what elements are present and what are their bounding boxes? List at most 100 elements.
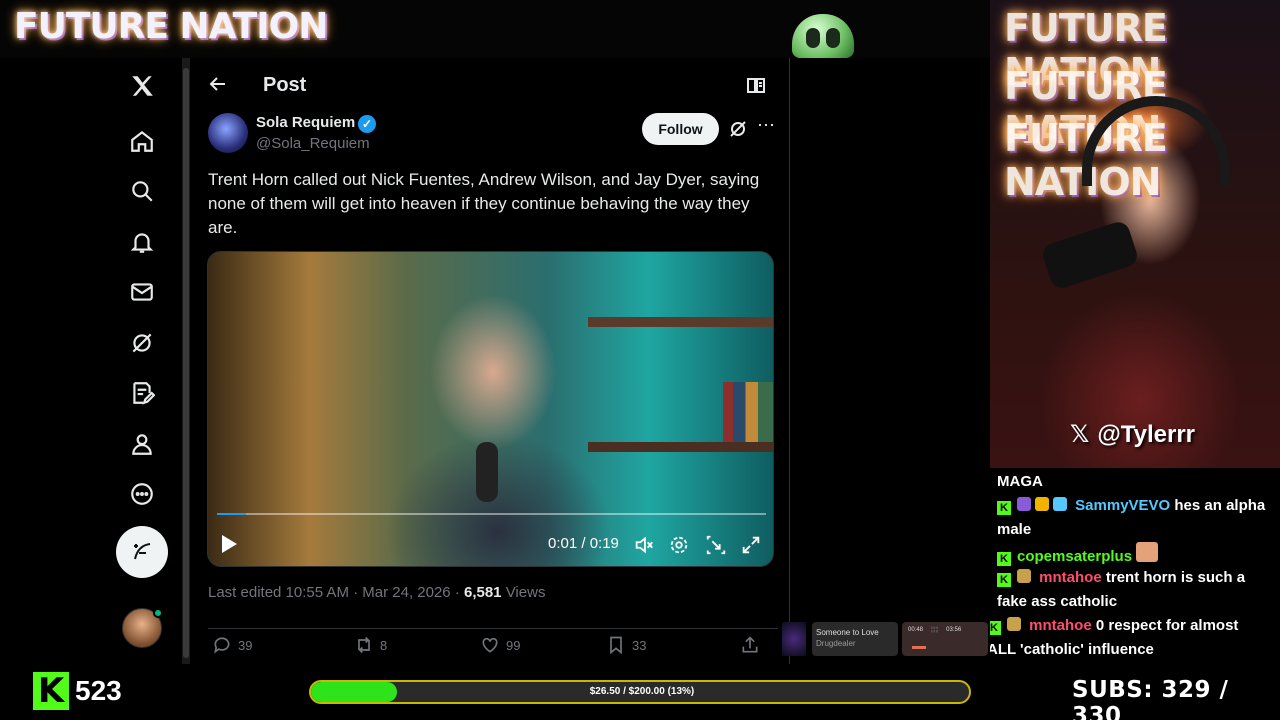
- track-info: Someone to Love Drugdealer: [812, 622, 898, 656]
- chat-text: MAGA: [997, 473, 1043, 490]
- kick-badge-icon: K: [997, 573, 1011, 587]
- chat-username[interactable]: mntahoe: [1039, 569, 1102, 586]
- waveform-icon: ¦¦¦¦¦: [930, 627, 939, 633]
- sub-badge-icon: [1017, 497, 1031, 511]
- song-title: Someone to Love: [816, 628, 879, 637]
- post-header: Post: [190, 58, 790, 111]
- back-arrow-icon[interactable]: [208, 74, 228, 94]
- video-frame-detail: [723, 382, 773, 442]
- post-timestamp[interactable]: Last edited 10:55 AM · Mar 24, 2026 ·: [208, 584, 464, 601]
- chat-message: MAGA: [997, 470, 1277, 494]
- subs-counter: SUBS: 329 / 330: [1072, 677, 1229, 720]
- grok-icon[interactable]: [728, 119, 748, 139]
- bookmark-count: 33: [632, 637, 647, 653]
- chat-panel: MAGA K SammyVEVO hes an alpha male Kcope…: [990, 468, 1280, 664]
- bookmark-button[interactable]: 33: [606, 633, 646, 657]
- grok-icon[interactable]: [126, 327, 158, 359]
- more-options-icon[interactable]: ⋯: [756, 115, 776, 139]
- reader-mode-icon[interactable]: [746, 75, 766, 95]
- kick-badge-icon: K: [997, 552, 1011, 566]
- video-time: 0:01 / 0:19: [548, 535, 619, 552]
- scrollbar[interactable]: [182, 58, 190, 664]
- track-progress-fill: [912, 646, 926, 649]
- more-icon[interactable]: [126, 478, 158, 510]
- chat-username[interactable]: copemsaterplus: [1017, 548, 1132, 565]
- mascot-icon: [792, 14, 854, 58]
- kick-badge-icon: K: [990, 621, 1001, 635]
- microphone-shape: [1040, 219, 1140, 291]
- donation-goal-bar: $26.50 / $200.00 (13%): [309, 680, 971, 704]
- video-player[interactable]: 0:01 / 0:19: [207, 251, 774, 567]
- sword-badge-icon: [1053, 497, 1067, 511]
- album-cover: [782, 622, 806, 656]
- reply-button[interactable]: 39: [212, 633, 252, 657]
- video-frame-detail: [476, 442, 498, 502]
- share-button[interactable]: [740, 633, 766, 657]
- reply-icon: [214, 637, 230, 654]
- verified-badge-icon: ✓: [358, 115, 376, 133]
- post-actions: 39 8 99 33: [208, 628, 778, 658]
- play-icon[interactable]: [220, 534, 238, 554]
- kick-logo-icon: K: [33, 672, 69, 710]
- search-icon[interactable]: [126, 175, 158, 207]
- cam-handle-tag: 𝕏 @Tylerrr: [1070, 420, 1195, 449]
- views-label: Views: [501, 584, 546, 601]
- sub-badge-icon: [1017, 569, 1031, 583]
- brand-logo: FUTURE NATION: [14, 6, 328, 47]
- song-artist: Drugdealer: [816, 639, 856, 648]
- post-meta: Last edited 10:55 AM · Mar 24, 2026 · 6,…: [208, 584, 545, 601]
- chat-message: Kcopemsaterplus: [997, 542, 1277, 569]
- chat-message: K mntahoe 0 respect for almost ALL 'cath…: [990, 614, 1267, 662]
- author-handle[interactable]: @Sola_Requiem: [256, 135, 370, 152]
- video-progress-bar[interactable]: [217, 513, 766, 515]
- emote-icon: [1136, 542, 1159, 562]
- feather-icon: [134, 543, 151, 560]
- compose-post-button[interactable]: [116, 526, 168, 578]
- author-avatar[interactable]: [208, 113, 248, 153]
- profile-icon[interactable]: [126, 428, 158, 460]
- like-button[interactable]: 99: [480, 633, 520, 657]
- chat-text: trent horn is such a fake ass catholic: [997, 569, 1246, 610]
- chat-username[interactable]: SammyVEVO: [1075, 497, 1170, 514]
- online-indicator: [153, 608, 163, 618]
- post-column: Post Sola Requiem ✓ @Sola_Requiem Follow…: [190, 58, 790, 664]
- mute-icon[interactable]: [633, 534, 655, 556]
- chat-message: K mntahoe trent horn is such a fake ass …: [997, 566, 1277, 614]
- x-logo-icon[interactable]: [126, 70, 158, 102]
- fullscreen-icon[interactable]: [740, 534, 762, 556]
- picture-in-picture-icon[interactable]: [705, 534, 727, 556]
- follow-button[interactable]: Follow: [642, 113, 719, 145]
- repost-count: 8: [380, 637, 388, 653]
- post-author: Sola Requiem ✓ @Sola_Requiem Follow ⋯: [208, 113, 778, 157]
- notifications-icon[interactable]: [126, 226, 158, 258]
- track-total: 03:56: [946, 627, 962, 633]
- author-name[interactable]: Sola Requiem: [256, 114, 355, 131]
- kick-badge-icon: K: [997, 501, 1011, 515]
- home-icon[interactable]: [126, 125, 158, 157]
- repost-button[interactable]: 8: [354, 633, 387, 657]
- brand-bar: FUTURE NATION: [0, 0, 990, 58]
- x-post-window: Post Sola Requiem ✓ @Sola_Requiem Follow…: [0, 58, 790, 664]
- video-progress-fill: [217, 513, 246, 515]
- follower-count: 523: [75, 675, 122, 706]
- scrollbar-thumb[interactable]: [183, 68, 189, 658]
- chat-username[interactable]: mntahoe: [1029, 617, 1092, 634]
- account-avatar[interactable]: [122, 608, 163, 648]
- chat-message: K SammyVEVO hes an alpha male: [997, 494, 1277, 542]
- post-text: Trent Horn called out Nick Fuentes, Andr…: [208, 170, 760, 237]
- lists-icon[interactable]: [126, 377, 158, 409]
- messages-icon[interactable]: [126, 276, 158, 308]
- repost-icon: [358, 636, 370, 654]
- chat-text: 0 respect for almost ALL 'catholic' infl…: [990, 617, 1239, 658]
- bookmark-icon: [610, 636, 622, 655]
- x-logo-icon: 𝕏: [1070, 420, 1090, 448]
- bottom-bar: K 523 $26.50 / $200.00 (13%) SUBS: 329 /…: [0, 664, 1280, 720]
- track-elapsed: 00:48: [908, 627, 924, 633]
- settings-gear-icon[interactable]: [668, 534, 690, 556]
- stream-overlay: FUTURE NATION Post Sola Requiem ✓ @Sola_…: [0, 0, 1280, 720]
- views-count: 6,581: [463, 584, 502, 601]
- reply-count: 39: [238, 637, 253, 653]
- music-widget: Someone to Love Drugdealer 00:48 ¦¦¦¦¦ 0…: [782, 620, 988, 660]
- track-progress: 00:48 ¦¦¦¦¦ 03:56: [902, 622, 988, 656]
- donation-goal-text: $26.50 / $200.00 (13%): [589, 686, 695, 697]
